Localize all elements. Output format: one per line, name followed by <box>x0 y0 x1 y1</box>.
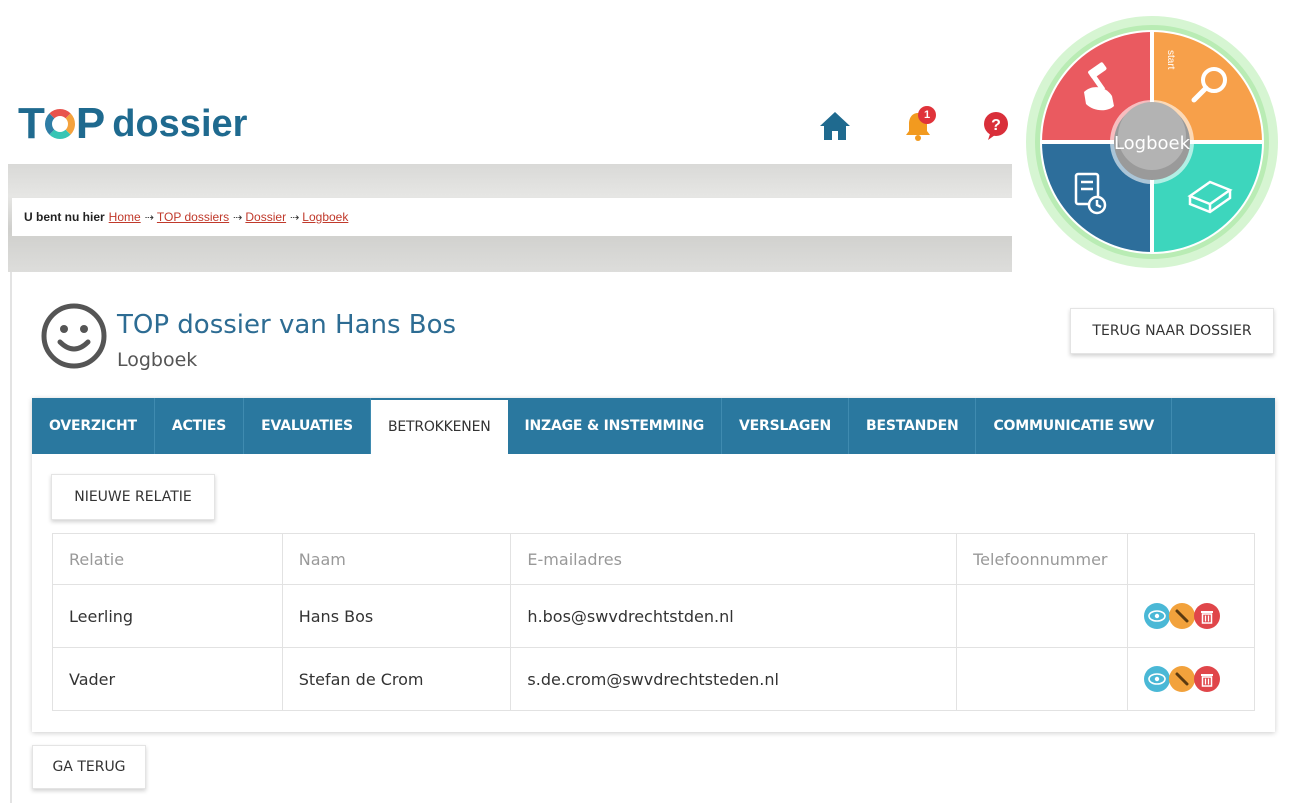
navigation-wheel-graphic: start Logboek <box>1026 16 1278 268</box>
table-row: Vader Stefan de Crom s.de.crom@swvdrecht… <box>52 647 1255 711</box>
delete-button[interactable] <box>1194 666 1221 692</box>
home-icon <box>820 112 850 140</box>
column-header-email: E-mailadres <box>510 533 958 585</box>
eye-icon <box>1148 610 1166 622</box>
wheel-start-label: start <box>1165 50 1176 70</box>
cell-email: h.bos@swvdrechtstden.nl <box>510 584 958 648</box>
help-icon: ? <box>984 112 1008 140</box>
tab-bar: OVERZICHT ACTIES EVALUATIES BETROKKENEN … <box>32 398 1275 454</box>
column-header-relatie: Relatie <box>52 533 283 585</box>
page-left-border <box>10 272 12 803</box>
cell-relatie: Vader <box>52 647 283 711</box>
edit-button[interactable] <box>1169 603 1196 629</box>
column-header-naam: Naam <box>281 533 512 585</box>
delete-button[interactable] <box>1194 603 1221 629</box>
tab-betrokkenen[interactable]: BETROKKENEN <box>370 400 508 454</box>
new-relation-button[interactable]: NIEUWE RELATIE <box>51 474 215 520</box>
breadcrumb-link-top-dossiers[interactable]: TOP dossiers <box>157 210 229 224</box>
cell-naam: Hans Bos <box>281 584 512 648</box>
pencil-icon <box>1175 672 1189 686</box>
logo-ring-icon <box>44 109 75 139</box>
home-button[interactable] <box>817 108 853 144</box>
breadcrumb-link-logboek[interactable]: Logboek <box>302 210 348 224</box>
tab-acties[interactable]: ACTIES <box>155 398 245 454</box>
tab-bar-filler <box>1172 398 1275 454</box>
pencil-icon <box>1175 609 1189 623</box>
navigation-wheel: start Logboek <box>1012 12 1290 272</box>
breadcrumb-arrow-icon: ⇢ <box>233 211 243 224</box>
svg-text:?: ? <box>991 117 1001 134</box>
table-header-row: Relatie Naam E-mailadres Telefoonnummer <box>52 533 1255 585</box>
logo-word: dossier <box>112 102 248 145</box>
back-to-dossier-button[interactable]: TERUG NAAR DOSSIER <box>1070 308 1274 354</box>
edit-button[interactable] <box>1169 666 1196 692</box>
breadcrumb: U bent nu hier Home ⇢ TOP dossiers ⇢ Dos… <box>12 198 1012 236</box>
logo-mark: TP <box>18 99 105 148</box>
tab-overzicht[interactable]: OVERZICHT <box>32 398 155 454</box>
table-row: Leerling Hans Bos h.bos@swvdrechtstden.n… <box>52 584 1255 648</box>
cell-naam: Stefan de Crom <box>281 647 512 711</box>
cell-telefoon <box>956 584 1129 648</box>
tab-inzage-instemming[interactable]: INZAGE & INSTEMMING <box>508 398 723 454</box>
top-dossier-logo[interactable]: TP dossier <box>18 99 248 148</box>
view-button[interactable] <box>1144 666 1171 692</box>
cell-actions <box>1127 584 1255 648</box>
breadcrumb-arrow-icon: ⇢ <box>144 211 154 224</box>
page-title: TOP dossier van Hans Bos <box>117 310 457 340</box>
view-button[interactable] <box>1144 603 1171 629</box>
tab-communicatie-swv[interactable]: COMMUNICATIE SWV <box>976 398 1173 454</box>
column-header-telefoon: Telefoonnummer <box>956 533 1129 585</box>
cell-actions <box>1127 647 1255 711</box>
notification-count-badge: 1 <box>918 106 936 124</box>
column-header-actions <box>1127 533 1255 585</box>
tab-bestanden[interactable]: BESTANDEN <box>849 398 977 454</box>
cell-relatie: Leerling <box>52 584 283 648</box>
breadcrumb-lead: U bent nu hier <box>24 210 105 224</box>
trash-icon <box>1201 673 1214 687</box>
breadcrumb-arrow-icon: ⇢ <box>290 211 300 224</box>
breadcrumb-link-dossier[interactable]: Dossier <box>245 210 286 224</box>
breadcrumb-link-home[interactable]: Home <box>109 210 141 224</box>
cell-email: s.de.crom@swvdrechtsteden.nl <box>510 647 958 711</box>
help-button[interactable]: ? <box>978 108 1014 144</box>
trash-icon <box>1201 610 1214 624</box>
cell-telefoon <box>956 647 1129 711</box>
tab-evaluaties[interactable]: EVALUATIES <box>244 398 371 454</box>
page-subtitle: Logboek <box>117 349 198 371</box>
go-back-button[interactable]: GA TERUG <box>32 745 146 789</box>
smiley-avatar-icon <box>41 303 107 369</box>
eye-icon <box>1148 673 1166 685</box>
wheel-center-label[interactable]: Logboek <box>1114 133 1191 154</box>
notifications-button[interactable]: 1 <box>900 106 936 144</box>
tab-verslagen[interactable]: VERSLAGEN <box>722 398 850 454</box>
relations-table: Relatie Naam E-mailadres Telefoonnummer … <box>52 533 1255 711</box>
content-panel: OVERZICHT ACTIES EVALUATIES BETROKKENEN … <box>32 398 1275 732</box>
